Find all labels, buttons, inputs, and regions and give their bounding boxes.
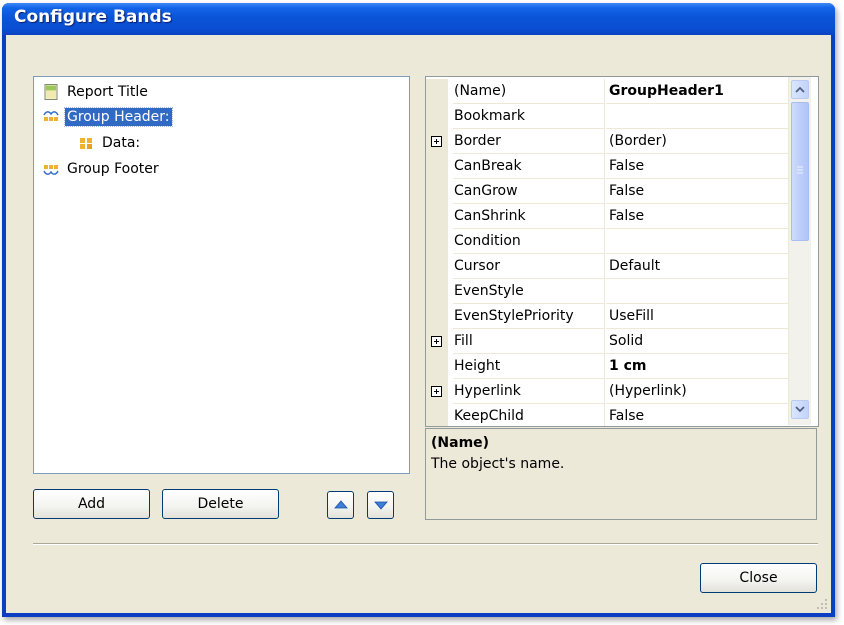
row-gutter: [426, 204, 448, 229]
row-gutter: [426, 279, 448, 304]
close-button[interactable]: Close: [700, 563, 817, 593]
property-value[interactable]: [606, 279, 791, 304]
property-name: Condition: [453, 229, 605, 254]
delete-button-label: Delete: [197, 496, 244, 512]
group-footer-icon: [43, 165, 59, 175]
property-name: Border: [453, 129, 605, 154]
tree-item-label: Report Title: [67, 84, 148, 100]
row-gutter: [426, 104, 448, 129]
property-row[interactable]: Condition: [426, 229, 791, 254]
description-title: (Name): [431, 435, 490, 451]
separator: [33, 543, 818, 545]
property-description-panel: (Name) The object's name.: [425, 428, 817, 520]
row-gutter: [426, 379, 448, 404]
row-gutter: [426, 79, 448, 104]
property-row[interactable]: CanGrow False: [426, 179, 791, 204]
property-row[interactable]: Bookmark: [426, 104, 791, 129]
property-value[interactable]: [606, 104, 791, 129]
tree-item-group-header[interactable]: Group Header:: [43, 107, 173, 127]
delete-button[interactable]: Delete: [162, 489, 279, 519]
expand-plus-icon[interactable]: [431, 386, 442, 397]
property-row[interactable]: EvenStylePriority UseFill: [426, 304, 791, 329]
description-text: The object's name.: [431, 456, 565, 472]
arrow-down-icon: [373, 501, 388, 510]
close-button-label: Close: [739, 570, 778, 586]
chevron-down-icon: [795, 406, 805, 413]
row-gutter: [426, 229, 448, 254]
property-value[interactable]: 1 cm: [606, 354, 791, 379]
property-value[interactable]: False: [606, 404, 791, 426]
property-name: (Name): [453, 79, 605, 104]
property-value[interactable]: Solid: [606, 329, 791, 354]
arrow-up-icon: [333, 500, 348, 509]
property-name: EvenStyle: [453, 279, 605, 304]
row-gutter: [426, 404, 448, 426]
property-value[interactable]: False: [606, 204, 791, 229]
row-gutter: [426, 354, 448, 379]
scroll-up-button[interactable]: [791, 80, 809, 99]
scroll-thumb[interactable]: [791, 102, 809, 241]
property-value[interactable]: GroupHeader1: [606, 79, 791, 104]
property-row[interactable]: Hyperlink (Hyperlink): [426, 379, 791, 404]
property-name: CanGrow: [453, 179, 605, 204]
property-name: EvenStylePriority: [453, 304, 605, 329]
tree-item-group-footer[interactable]: Group Footer: [43, 159, 161, 179]
group-header-icon: [43, 111, 59, 121]
move-down-button[interactable]: [367, 491, 394, 519]
property-value[interactable]: (Hyperlink): [606, 379, 791, 404]
property-value[interactable]: (Border): [606, 129, 791, 154]
property-row[interactable]: CanShrink False: [426, 204, 791, 229]
row-gutter: [426, 129, 448, 154]
property-name: Hyperlink: [453, 379, 605, 404]
row-gutter: [426, 179, 448, 204]
property-grid[interactable]: (Name) GroupHeader1 Bookmark Border (Border)…: [425, 76, 819, 427]
row-gutter: [426, 254, 448, 279]
property-row[interactable]: CanBreak False: [426, 154, 791, 179]
property-value[interactable]: [606, 229, 791, 254]
property-row[interactable]: Fill Solid: [426, 329, 791, 354]
property-name: Bookmark: [453, 104, 605, 129]
dialog-client-area: Report Title Group Header: Data: Group F…: [6, 35, 831, 613]
tree-item-report-title[interactable]: Report Title: [43, 82, 150, 102]
dialog-window: Configure Bands Report Title Group Heade…: [2, 3, 835, 617]
property-name: CanBreak: [453, 154, 605, 179]
property-row[interactable]: EvenStyle: [426, 279, 791, 304]
chevron-up-icon: [795, 86, 805, 93]
report-title-icon: [44, 84, 58, 100]
move-up-button[interactable]: [327, 491, 354, 519]
tree-item-label: Group Header:: [64, 107, 173, 127]
property-value[interactable]: False: [606, 154, 791, 179]
expand-plus-icon[interactable]: [431, 336, 442, 347]
property-row[interactable]: KeepChild False: [426, 404, 791, 426]
property-row[interactable]: Border (Border): [426, 129, 791, 154]
tree-item-label: Group Footer: [67, 161, 159, 177]
property-value[interactable]: Default: [606, 254, 791, 279]
property-row[interactable]: Height 1 cm: [426, 354, 791, 379]
property-name: Height: [453, 354, 605, 379]
row-gutter: [426, 304, 448, 329]
property-name: Cursor: [453, 254, 605, 279]
title-bar[interactable]: Configure Bands: [2, 3, 835, 35]
property-name: CanShrink: [453, 204, 605, 229]
property-value[interactable]: False: [606, 179, 791, 204]
scroll-down-button[interactable]: [791, 400, 809, 419]
row-gutter: [426, 154, 448, 179]
grip-lines-icon: [797, 166, 803, 174]
tree-item-label: Data:: [102, 135, 141, 151]
vertical-scrollbar[interactable]: [788, 77, 811, 425]
expand-plus-icon[interactable]: [431, 136, 442, 147]
property-name: KeepChild: [453, 404, 605, 426]
add-button[interactable]: Add: [33, 489, 150, 519]
window-title: Configure Bands: [14, 7, 172, 27]
property-row[interactable]: (Name) GroupHeader1: [426, 79, 791, 104]
property-row[interactable]: Cursor Default: [426, 254, 791, 279]
row-gutter: [426, 329, 448, 354]
resize-grip-icon[interactable]: [816, 598, 828, 610]
property-value[interactable]: UseFill: [606, 304, 791, 329]
data-band-icon: [80, 138, 92, 149]
add-button-label: Add: [77, 496, 106, 512]
property-name: Fill: [453, 329, 605, 354]
tree-item-data[interactable]: Data:: [78, 133, 142, 153]
bands-tree[interactable]: Report Title Group Header: Data: Group F…: [33, 76, 410, 474]
